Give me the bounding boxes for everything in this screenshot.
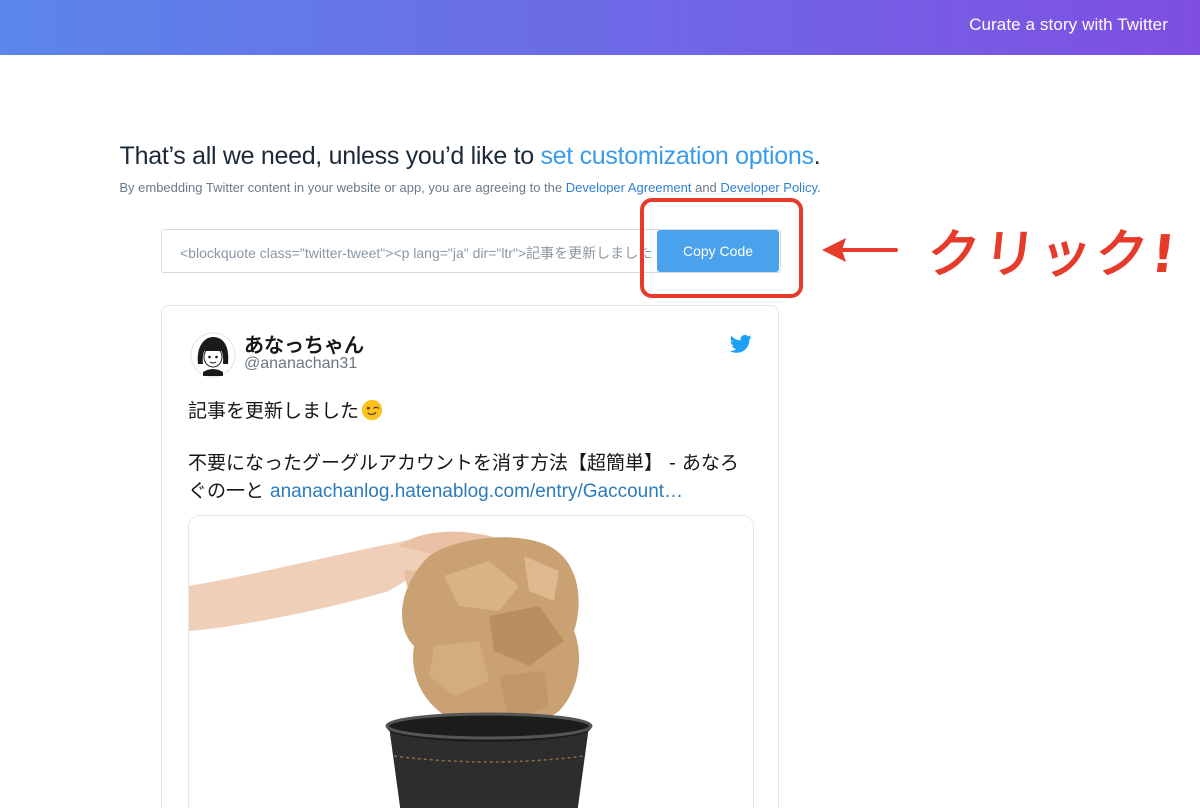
tweet-text-line1: 記事を更新しました [188, 396, 383, 423]
tweet-media-image[interactable] [188, 515, 754, 808]
terms-period: . [817, 180, 821, 195]
headline-text: That’s all we need, unless you’d like to [119, 142, 541, 170]
customization-options-link[interactable]: set customization options [540, 142, 814, 170]
highlight-annotation-box [640, 198, 803, 298]
tweet-text-line2: 不要になったグーグルアカウントを消す方法【超簡単】 - あなろぐの一と anan… [188, 449, 748, 506]
headline-period: . [813, 142, 821, 170]
crumpled-paper-trash-image [189, 516, 753, 808]
embedded-tweet-card: あなっちゃん @ananachan31 記事を更新しました 不要になったグーグル… [161, 305, 779, 808]
terms-and: and [691, 180, 721, 195]
twitter-bird-icon[interactable] [730, 334, 752, 354]
tweet-article-link[interactable]: ananachanlog.hatenablog.com/entry/Gaccou… [270, 481, 683, 502]
arrow-left-icon [822, 238, 898, 262]
developer-agreement-link[interactable]: Developer Agreement [566, 180, 692, 195]
tweet-handle[interactable]: @ananachan31 [244, 355, 357, 373]
tweet-text: 記事を更新しました [188, 400, 360, 422]
terms-text: By embedding Twitter content in your web… [119, 180, 566, 195]
tweet-display-name[interactable]: あなっちゃん [244, 329, 364, 358]
terms-notice: By embedding Twitter content in your web… [0, 180, 940, 195]
winking-face-icon [361, 399, 383, 421]
click-annotation-text: クリック! [924, 225, 1183, 285]
curate-story-link[interactable]: Curate a story with Twitter [969, 15, 1168, 35]
embed-code-text[interactable]: <blockquote class="twitter-tweet"><p lan… [180, 243, 660, 263]
top-header-bar: Curate a story with Twitter [0, 0, 1200, 55]
avatar[interactable] [190, 332, 236, 378]
page-headline: That’s all we need, unless you’d like to… [0, 142, 940, 171]
developer-policy-link[interactable]: Developer Policy [720, 180, 817, 195]
